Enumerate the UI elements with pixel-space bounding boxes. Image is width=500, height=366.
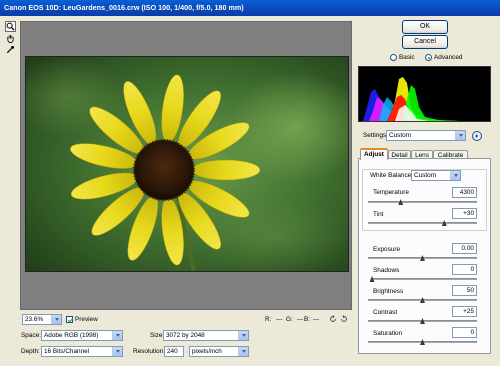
tint-label: Tint: [373, 211, 384, 218]
settings-label: Settings:: [363, 132, 388, 139]
g-value: ---: [297, 316, 304, 323]
b-value: ---: [313, 316, 320, 323]
zoom-tool-icon[interactable]: [5, 21, 16, 32]
basic-radio[interactable]: [390, 54, 397, 61]
resolution-input[interactable]: 240: [164, 346, 184, 357]
resolution-unit-select[interactable]: pixels/inch: [189, 346, 249, 357]
chevron-down-icon: [51, 315, 61, 324]
shadows-value: 0: [470, 266, 474, 273]
chevron-down-icon: [455, 131, 465, 140]
settings-value: Custom: [389, 132, 412, 139]
advanced-radio[interactable]: [425, 54, 432, 61]
space-label: Space:: [21, 332, 41, 339]
r-value: ---: [276, 316, 283, 323]
resolution-unit-value: pixels/inch: [192, 348, 222, 355]
depth-value: 16 Bits/Channel: [44, 348, 90, 355]
ok-button[interactable]: OK: [402, 20, 448, 34]
saturation-value: 0: [470, 329, 474, 336]
tint-input[interactable]: +30: [452, 208, 477, 219]
resolution-label: Resolution:: [133, 348, 165, 355]
white-balance-label: White Balance:: [370, 172, 413, 179]
space-select[interactable]: Adobe RGB (1998): [41, 330, 123, 341]
exposure-input[interactable]: 0.00: [452, 243, 477, 254]
settings-menu-button[interactable]: [472, 131, 482, 141]
preview-checkbox[interactable]: [66, 316, 73, 323]
temperature-slider-track[interactable]: [368, 201, 477, 203]
histogram: [358, 66, 491, 122]
size-value: 3072 by 2048: [166, 332, 205, 339]
window-title: Canon EOS 10D: LeuGardens_0016.crw (ISO …: [4, 3, 244, 12]
advanced-label: Advanced: [434, 54, 463, 61]
saturation-input[interactable]: 0: [452, 327, 477, 338]
exposure-label: Exposure: [373, 246, 400, 253]
tint-value: +30: [463, 210, 474, 217]
rotate-left-icon[interactable]: [329, 315, 337, 323]
photo-preview: [25, 56, 349, 272]
chevron-down-icon: [112, 331, 122, 340]
cancel-button[interactable]: Cancel: [402, 35, 448, 49]
temperature-value: 4300: [459, 189, 474, 196]
shadows-input[interactable]: 0: [452, 264, 477, 275]
brightness-input[interactable]: 50: [452, 285, 477, 296]
tab-adjust[interactable]: Adjust: [360, 148, 388, 160]
brightness-value: 50: [466, 287, 474, 294]
b-label: B:: [304, 316, 311, 323]
shadows-label: Shadows: [373, 267, 400, 274]
chevron-down-icon: [238, 331, 248, 340]
saturation-label: Saturation: [373, 330, 403, 337]
zoom-level-value: 23.6%: [25, 316, 44, 323]
window-title-bar: Canon EOS 10D: LeuGardens_0016.crw (ISO …: [0, 0, 500, 16]
tint-slider-track[interactable]: [368, 222, 477, 224]
chevron-down-icon: [450, 171, 460, 180]
contrast-input[interactable]: +25: [452, 306, 477, 317]
contrast-value: +25: [463, 308, 474, 315]
chevron-down-icon: [112, 347, 122, 356]
white-balance-select[interactable]: Custom: [411, 170, 461, 181]
r-label: R:: [265, 316, 272, 323]
eyedropper-tool-icon[interactable]: [5, 44, 16, 55]
g-label: G:: [286, 316, 293, 323]
hand-tool-icon[interactable]: [5, 33, 16, 44]
brightness-label: Brightness: [373, 288, 404, 295]
zoom-level-select[interactable]: 23.6%: [22, 314, 62, 325]
white-balance-value: Custom: [414, 172, 437, 179]
depth-label: Depth:: [21, 348, 40, 355]
size-select[interactable]: 3072 by 2048: [163, 330, 249, 341]
exposure-value: 0.00: [461, 245, 474, 252]
settings-select[interactable]: Custom: [386, 130, 466, 141]
chevron-down-icon: [238, 347, 248, 356]
space-value: Adobe RGB (1998): [44, 332, 99, 339]
temperature-input[interactable]: 4300: [452, 187, 477, 198]
resolution-value: 240: [167, 348, 178, 355]
basic-label: Basic: [399, 54, 415, 61]
preview-label: Preview: [75, 316, 98, 323]
contrast-label: Contrast: [373, 309, 398, 316]
shadows-slider-track[interactable]: [372, 278, 477, 280]
arrow-right-icon: [475, 134, 479, 138]
temperature-label: Temperature: [373, 189, 409, 196]
depth-select[interactable]: 16 Bits/Channel: [41, 346, 123, 357]
rotate-right-icon[interactable]: [340, 315, 348, 323]
image-preview-area[interactable]: [20, 21, 352, 310]
